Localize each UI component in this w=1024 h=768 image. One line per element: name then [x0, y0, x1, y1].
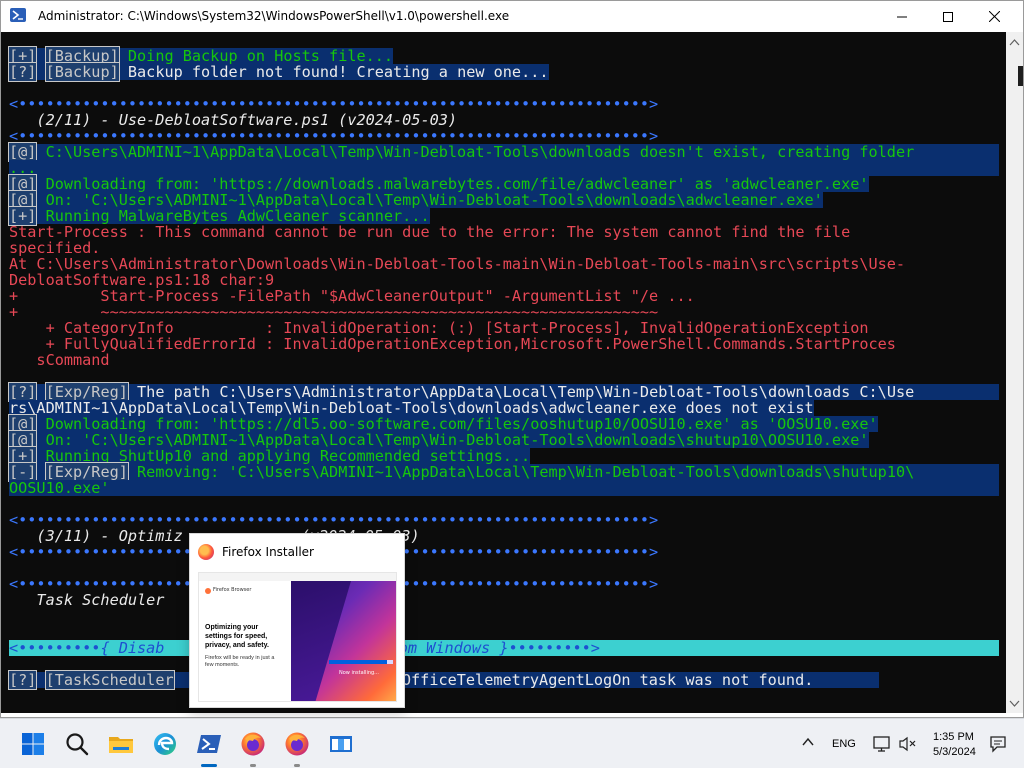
console-line: ...: [9, 160, 999, 176]
firefox-icon: [198, 544, 214, 560]
volume-button[interactable]: [898, 735, 918, 753]
error-line: + CategoryInfo : InvalidOperation: (:) […: [9, 319, 869, 337]
notification-icon: [990, 736, 1006, 753]
title-bar[interactable]: Administrator: C:\Windows\System32\Windo…: [1, 1, 1023, 32]
volume-muted-icon: [899, 736, 916, 752]
highlight-bar: <•••••••••{ Disab From Windows }•••••••••…: [9, 640, 999, 656]
clock-date[interactable]: 5/3/2024: [933, 746, 976, 758]
firefox-icon: [241, 732, 265, 756]
error-line: specified.: [9, 239, 101, 257]
console-line: rs\ADMINI~1\AppData\Local\Temp\Win-Deblo…: [9, 399, 814, 417]
separator-line: <•••••••••••••••••••••••••••••••••••••••…: [9, 95, 659, 113]
powershell-window: Administrator: C:\Windows\System32\Windo…: [0, 0, 1024, 718]
file-explorer-icon: [109, 737, 133, 753]
console-line: OOSU10.exe': [9, 480, 999, 496]
console-line: [@] Downloading from: 'https://downloads…: [7, 174, 869, 194]
console-line: [@] C:\Users\ADMINI~1\AppData\Local\Temp…: [7, 142, 999, 162]
error-line: Start-Process : This command cannot be r…: [9, 223, 851, 241]
network-button[interactable]: [872, 735, 892, 753]
scrollbar-thumb[interactable]: [1018, 66, 1023, 86]
preview-subtext: Firefox will be ready in just a few mome…: [205, 655, 275, 668]
scroll-up-icon: [1009, 39, 1020, 46]
console-line: [+] Running MalwareBytes AdwCleaner scan…: [7, 206, 430, 226]
powershell-icon: [197, 735, 221, 753]
start-icon: [22, 733, 44, 755]
start-button[interactable]: [19, 730, 47, 758]
active-indicator: [201, 764, 217, 767]
error-line: At C:\Users\Administrator\Downloads\Win-…: [9, 255, 906, 273]
console-line: [+] Running ShutUp10 and applying Recomm…: [7, 446, 531, 466]
console-line: [@] On: 'C:\Users\ADMINI~1\AppData\Local…: [7, 190, 823, 210]
minimize-icon: [897, 16, 907, 17]
taskbar-thumbnail-preview[interactable]: Firefox Installer Firefox Browser Optimi…: [189, 533, 405, 708]
firefox-installer-button[interactable]: [283, 730, 311, 758]
maximize-button[interactable]: [925, 1, 971, 32]
console-line: [@] On: 'C:\Users\ADMINI~1\AppData\Local…: [7, 430, 869, 450]
console-line: [-] [Exp/Reg] Removing: 'C:\Users\ADMINI…: [7, 462, 999, 482]
error-line: + FullyQualifiedErrorId : InvalidOperati…: [9, 335, 896, 353]
taskbar: ENG 1:35 PM 5/3/2024: [0, 718, 1024, 768]
running-indicator: [294, 764, 300, 767]
preview-brand: Firefox Browser: [213, 587, 252, 593]
console-output[interactable]: [+] [Backup] Doing Backup on Hosts file.…: [1, 32, 1006, 713]
firefox-installer-icon: [285, 732, 309, 756]
app-window-button[interactable]: [327, 730, 355, 758]
error-line: DebloatSoftware.ps1:18 char:9: [9, 271, 275, 289]
language-indicator[interactable]: ENG: [832, 738, 856, 750]
vertical-scrollbar[interactable]: [1006, 32, 1023, 713]
separator-line: <•••••••••••••••••••••••••••••••••••••••…: [9, 511, 659, 529]
install-progress-bar: [329, 660, 393, 664]
window-icon: [330, 736, 352, 752]
console-line: [+] [Backup] Doing Backup on Hosts file.…: [7, 46, 394, 66]
console-line: [?] [Backup] Backup folder not found! Cr…: [7, 62, 549, 82]
firefox-button[interactable]: [239, 730, 267, 758]
console-line: [@] Downloading from: 'https://dl5.oo-so…: [7, 414, 878, 434]
close-icon: [988, 11, 1000, 22]
thumbnail-header: Firefox Installer: [190, 534, 404, 570]
console-line: [?] [Exp/Reg] The path C:\Users\Administ…: [7, 382, 999, 402]
window-title: Administrator: C:\Windows\System32\Windo…: [38, 9, 510, 23]
network-icon: [873, 736, 890, 752]
powershell-icon: [10, 8, 26, 22]
notifications-button[interactable]: [988, 734, 1008, 754]
minimize-button[interactable]: [879, 1, 925, 32]
running-indicator: [250, 764, 256, 767]
firefox-logo-icon: [205, 588, 211, 594]
edge-icon: [154, 733, 176, 755]
edge-button[interactable]: [151, 730, 179, 758]
chevron-up-icon: [802, 737, 814, 746]
error-line: sCommand: [9, 351, 110, 369]
powershell-taskbar-button[interactable]: [195, 730, 223, 758]
show-hidden-icons-button[interactable]: [800, 734, 816, 750]
search-icon: [66, 733, 89, 756]
install-status: Now installing...: [339, 670, 379, 676]
preview-heading: Optimizing your settings for speed, priv…: [205, 624, 269, 649]
error-line: + Start-Process -FilePath "$AdwCleanerOu…: [9, 287, 695, 305]
preview-artwork: [291, 581, 396, 701]
scroll-down-icon: [1009, 700, 1020, 707]
console-line: [?] [TaskScheduler e\OfficeTelemetryAgent…: [7, 670, 879, 690]
separator-line: <•••••••••••••••••••••••••••••••••••••••…: [9, 127, 659, 145]
thumbnail-window-preview[interactable]: Firefox Browser Optimizing your settings…: [198, 572, 397, 702]
thumbnail-title: Firefox Installer: [222, 545, 314, 559]
maximize-icon: [943, 11, 953, 22]
step-heading: (2/11) - Use-DebloatSoftware.ps1 (v2024-…: [9, 111, 458, 129]
file-explorer-button[interactable]: [107, 730, 135, 758]
error-line: + ~~~~~~~~~~~~~~~~~~~~~~~~~~~~~~~~~~~~~~…: [9, 303, 659, 321]
section-heading: Task Scheduler: [9, 591, 165, 609]
close-button[interactable]: [971, 1, 1017, 32]
clock-time[interactable]: 1:35 PM: [933, 731, 974, 743]
preview-titlebar: [199, 573, 396, 581]
search-button[interactable]: [63, 730, 91, 758]
